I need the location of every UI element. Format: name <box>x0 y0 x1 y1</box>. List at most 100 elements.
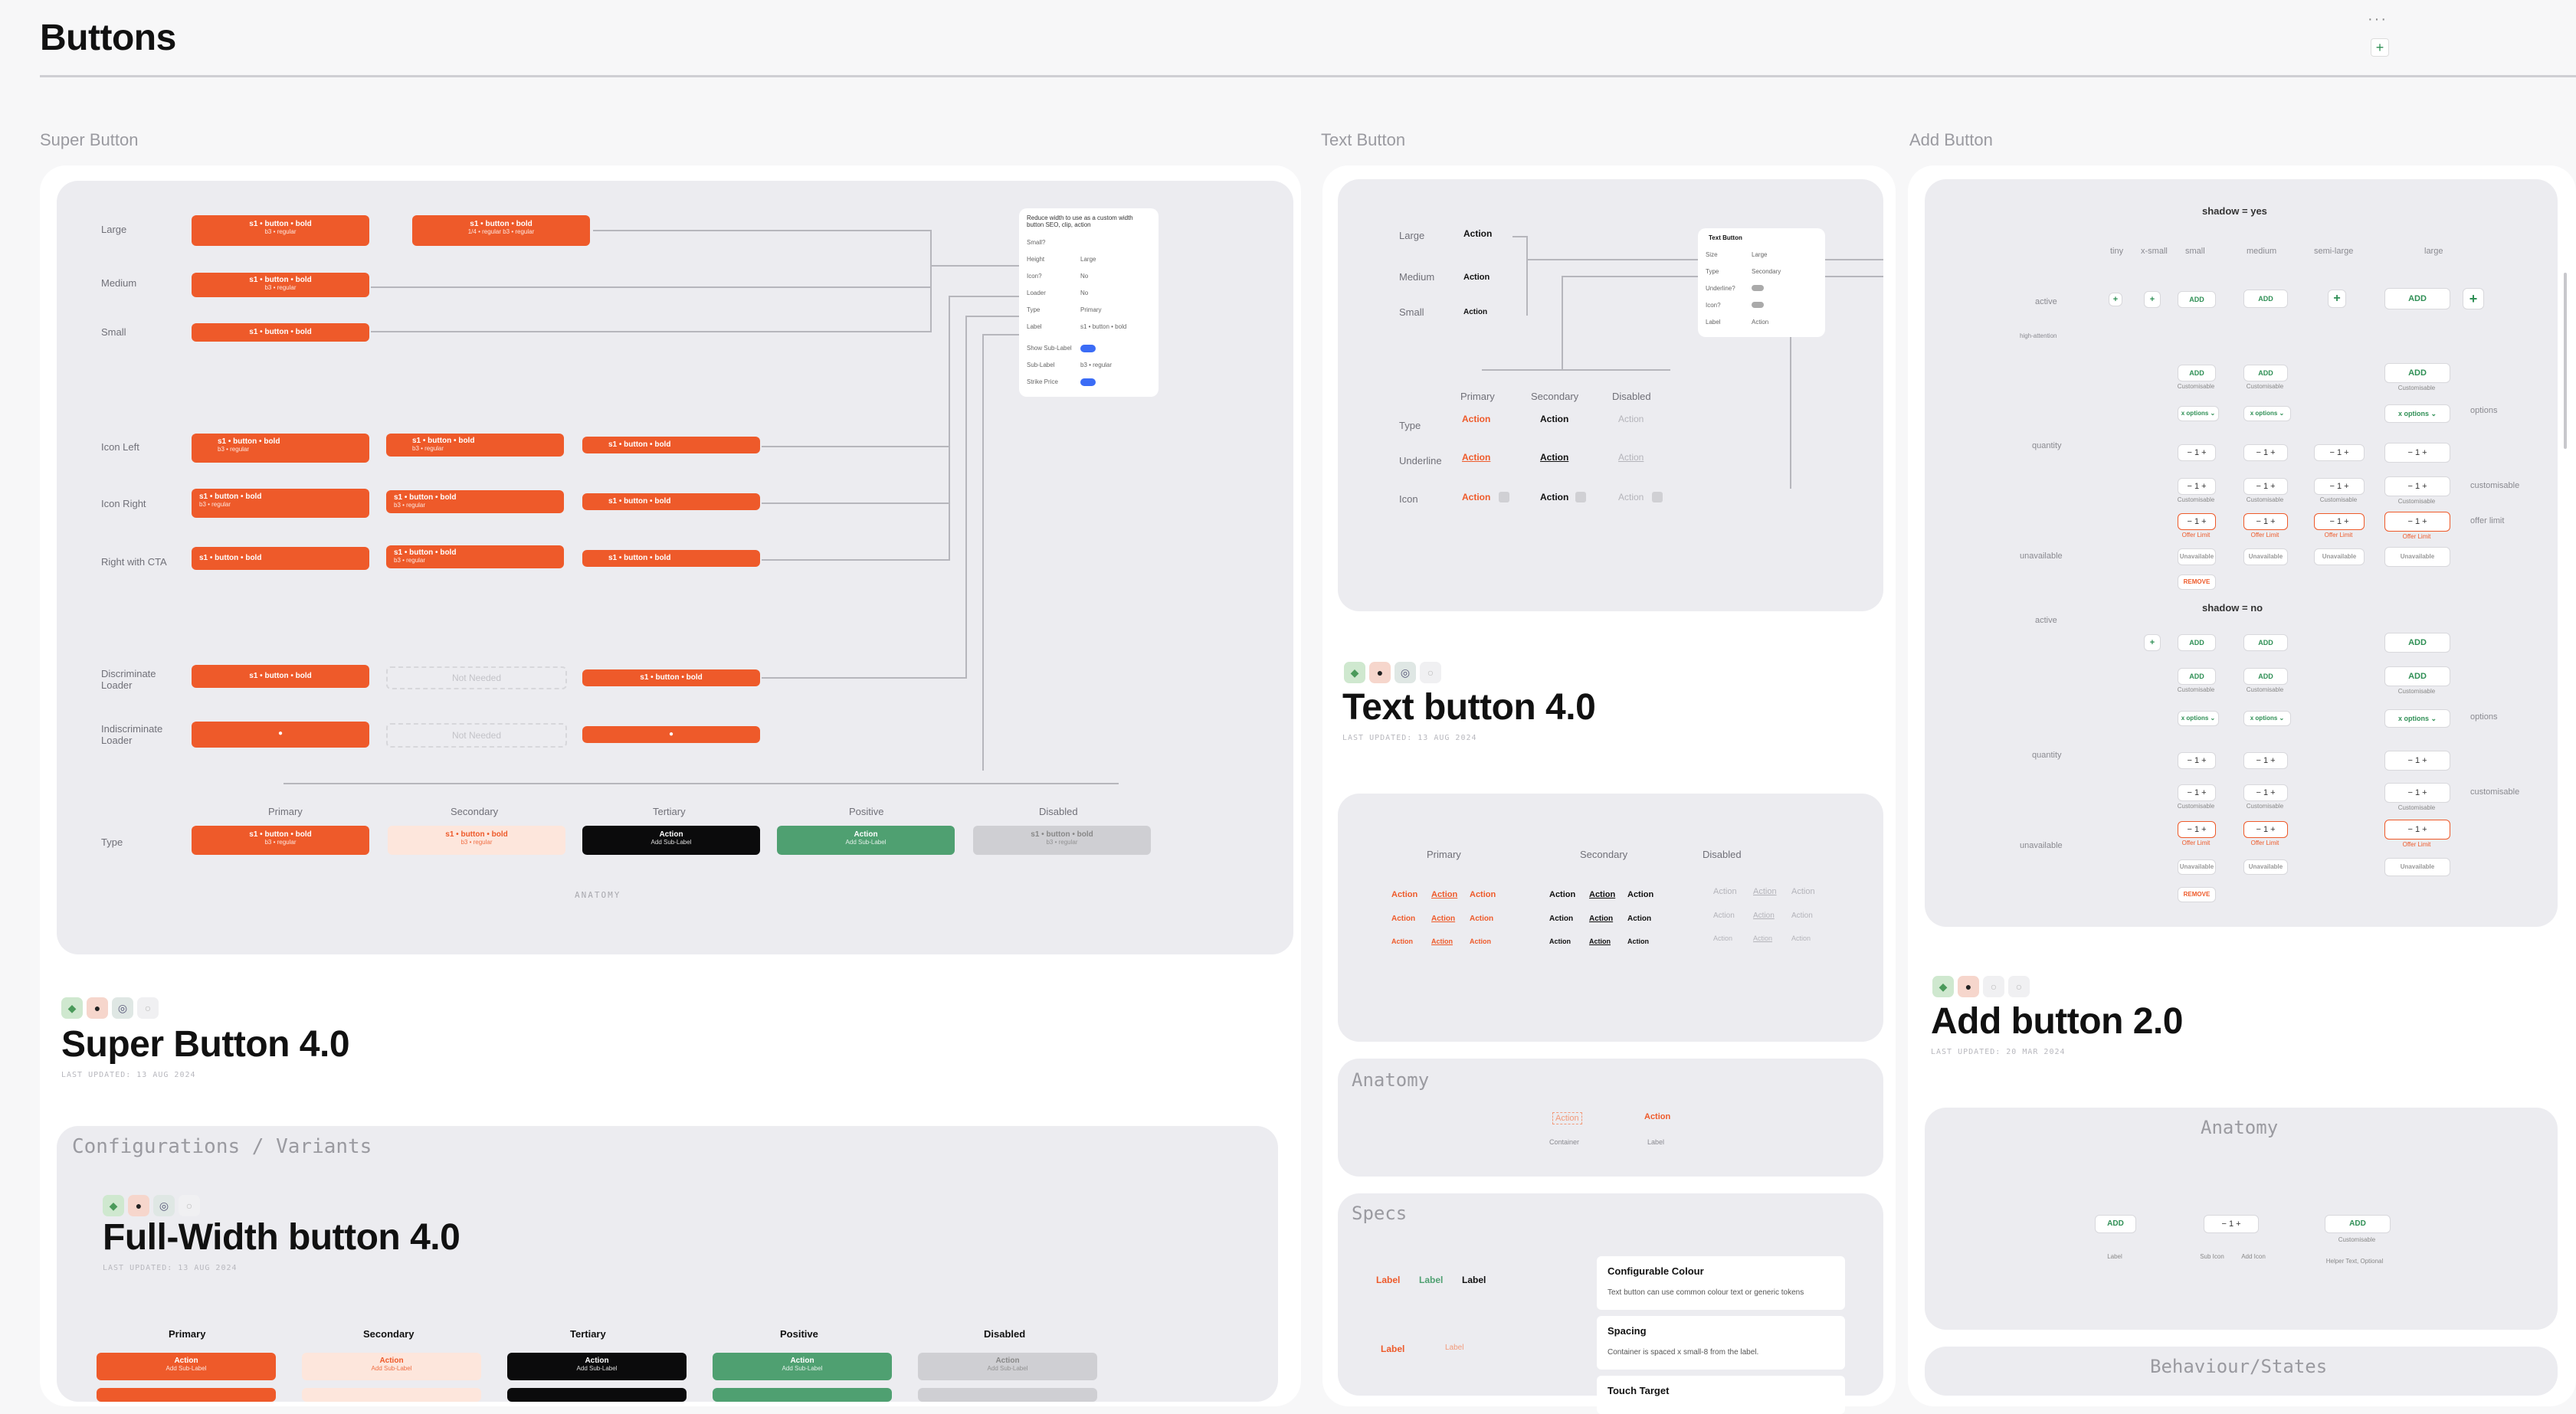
matrix-secondary-underline-md[interactable]: Action <box>1589 915 1613 923</box>
scrollbar-thumb[interactable] <box>2564 273 2567 449</box>
quantity-offer-medium-noshadow[interactable]: − 1 + <box>2243 821 2288 838</box>
full-width-positive-button-2[interactable] <box>713 1388 892 1402</box>
right-cta-small[interactable]: s1 • button • bold <box>582 550 760 567</box>
quantity-offer-limit-semi-large[interactable]: − 1 + <box>2314 513 2365 530</box>
icon-left-large[interactable]: s1 • button • bold b3 • regular <box>192 434 369 463</box>
matrix-primary-action-sm[interactable]: Action <box>1391 938 1413 945</box>
text-prop-type-value[interactable]: Secondary <box>1752 268 1781 275</box>
matrix-primary-underline-md[interactable]: Action <box>1431 915 1455 923</box>
strike-price-toggle[interactable] <box>1080 378 1096 386</box>
text-secondary-icon[interactable]: Action <box>1540 492 1568 502</box>
text-primary-underline[interactable]: Action <box>1462 452 1490 463</box>
text-primary-icon[interactable]: Action <box>1462 492 1490 502</box>
remove-button[interactable]: REMOVE <box>2178 574 2216 590</box>
icon-toggle[interactable] <box>1752 302 1764 308</box>
add-medium-customisable[interactable]: ADD <box>2243 365 2288 381</box>
matrix-secondary-underline[interactable]: Action <box>1589 890 1615 899</box>
discriminate-loader-small[interactable]: s1 • button • bold <box>582 669 760 686</box>
quantity-stepper-small-custom[interactable]: − 1 + <box>2178 478 2216 495</box>
more-menu-icon[interactable]: ··· <box>2368 11 2388 28</box>
quantity-stepper-large[interactable]: − 1 + <box>2384 443 2450 463</box>
add-large-custom-noshadow[interactable]: ADD <box>2384 666 2450 686</box>
add-small-custom-noshadow[interactable]: ADD <box>2178 668 2216 685</box>
icon-right-large[interactable]: s1 • button • bold b3 • regular <box>192 489 369 518</box>
right-cta-medium[interactable]: s1 • button • bold b3 • regular <box>386 545 564 568</box>
discriminate-loader-button[interactable]: s1 • button • bold <box>192 665 369 688</box>
add-plus-x-small[interactable]: + <box>2144 291 2161 308</box>
add-medium-custom-noshadow[interactable]: ADD <box>2243 668 2288 685</box>
quantity-stepper-small-noshadow[interactable]: − 1 + <box>2178 752 2216 769</box>
super-button-large-strike[interactable]: s1 • button • bold 1/4 • regular b3 • reg… <box>412 215 590 246</box>
matrix-secondary-icon[interactable]: Action <box>1627 890 1653 899</box>
full-width-secondary-button-2[interactable] <box>302 1388 481 1402</box>
text-action-large[interactable]: Action <box>1463 228 1492 239</box>
add-page-button[interactable]: + <box>2371 38 2389 57</box>
full-width-secondary-button[interactable]: Action Add Sub-Label <box>302 1353 481 1380</box>
prop-sub-label-value[interactable]: b3 • regular <box>1080 362 1112 368</box>
options-small-noshadow[interactable]: x options ⌄ <box>2178 711 2219 726</box>
matrix-primary-underline-sm[interactable]: Action <box>1431 938 1453 945</box>
quantity-offer-small-noshadow[interactable]: − 1 + <box>2178 821 2216 838</box>
type-positive-button[interactable]: Action Add Sub-Label <box>777 826 955 855</box>
quantity-stepper-medium[interactable]: − 1 + <box>2243 444 2288 461</box>
full-width-primary-button[interactable]: Action Add Sub-Label <box>97 1353 276 1380</box>
prop-icon-value[interactable]: No <box>1080 273 1088 280</box>
type-tertiary-button[interactable]: Action Add Sub-Label <box>582 826 760 855</box>
matrix-primary-action[interactable]: Action <box>1391 890 1417 899</box>
indiscriminate-loader-button[interactable]: ● <box>192 722 369 748</box>
add-medium-noshadow[interactable]: ADD <box>2243 634 2288 651</box>
matrix-secondary-icon-md[interactable]: Action <box>1627 915 1651 923</box>
add-small[interactable]: ADD <box>2178 291 2216 308</box>
prop-type-value[interactable]: Primary <box>1080 306 1102 313</box>
underline-toggle[interactable] <box>1752 285 1764 291</box>
text-action-small[interactable]: Action <box>1463 308 1487 316</box>
text-secondary-underline[interactable]: Action <box>1540 452 1568 463</box>
add-large-customisable[interactable]: ADD <box>2384 363 2450 383</box>
super-button-small[interactable]: s1 • button • bold <box>192 323 369 342</box>
add-plus-x-small-noshadow[interactable]: + <box>2144 634 2161 651</box>
quantity-offer-large-noshadow[interactable]: − 1 + <box>2384 820 2450 840</box>
matrix-primary-icon-sm[interactable]: Action <box>1470 938 1491 945</box>
matrix-primary-action-md[interactable]: Action <box>1391 915 1415 923</box>
add-large-noshadow[interactable]: ADD <box>2384 633 2450 653</box>
quantity-custom-large-noshadow[interactable]: − 1 + <box>2384 783 2450 803</box>
text-action-medium[interactable]: Action <box>1463 273 1490 282</box>
text-primary-action[interactable]: Action <box>1462 414 1490 424</box>
matrix-primary-icon-md[interactable]: Action <box>1470 915 1493 923</box>
type-primary-button[interactable]: s1 • button • bold b3 • regular <box>192 826 369 855</box>
options-medium[interactable]: x options ⌄ <box>2243 406 2291 421</box>
right-cta-large[interactable]: s1 • button • bold <box>192 547 369 570</box>
matrix-secondary-action-md[interactable]: Action <box>1549 915 1573 923</box>
add-medium[interactable]: ADD <box>2243 290 2288 308</box>
text-prop-label-value[interactable]: Action <box>1752 319 1768 326</box>
remove-button-noshadow[interactable]: REMOVE <box>2178 887 2216 902</box>
quantity-stepper-medium-noshadow[interactable]: − 1 + <box>2243 752 2288 769</box>
add-large[interactable]: ADD <box>2384 288 2450 309</box>
quantity-stepper-medium-custom[interactable]: − 1 + <box>2243 478 2288 495</box>
icon-left-small[interactable]: s1 • button • bold <box>582 437 760 453</box>
quantity-offer-limit-small[interactable]: − 1 + <box>2178 513 2216 530</box>
quantity-custom-medium-noshadow[interactable]: − 1 + <box>2243 784 2288 801</box>
full-width-tertiary-button[interactable]: Action Add Sub-Label <box>507 1353 687 1380</box>
show-sub-label-toggle[interactable] <box>1080 345 1096 352</box>
icon-left-medium[interactable]: s1 • button • bold b3 • regular <box>386 434 564 457</box>
prop-loader-value[interactable]: No <box>1080 290 1088 296</box>
add-small-noshadow[interactable]: ADD <box>2178 634 2216 651</box>
full-width-tertiary-button-2[interactable] <box>507 1388 687 1402</box>
super-button-large[interactable]: s1 • button • bold b3 • regular <box>192 215 369 246</box>
matrix-secondary-action-sm[interactable]: Action <box>1549 938 1571 945</box>
options-medium-noshadow[interactable]: x options ⌄ <box>2243 711 2291 726</box>
quantity-offer-limit-large[interactable]: − 1 + <box>2384 512 2450 532</box>
matrix-secondary-action[interactable]: Action <box>1549 890 1575 899</box>
super-button-medium[interactable]: s1 • button • bold b3 • regular <box>192 273 369 297</box>
matrix-secondary-underline-sm[interactable]: Action <box>1589 938 1611 945</box>
options-large-noshadow[interactable]: x options ⌄ <box>2384 709 2450 728</box>
full-width-positive-button[interactable]: Action Add Sub-Label <box>713 1353 892 1380</box>
icon-right-small[interactable]: s1 • button • bold <box>582 493 760 510</box>
matrix-secondary-icon-sm[interactable]: Action <box>1627 938 1649 945</box>
full-width-primary-button-2[interactable] <box>97 1388 276 1402</box>
type-secondary-button[interactable]: s1 • button • bold b3 • regular <box>388 826 565 855</box>
quantity-stepper-large-custom[interactable]: − 1 + <box>2384 476 2450 496</box>
add-plus-large[interactable]: + <box>2463 288 2484 309</box>
quantity-stepper-semi-large[interactable]: − 1 + <box>2314 444 2365 461</box>
